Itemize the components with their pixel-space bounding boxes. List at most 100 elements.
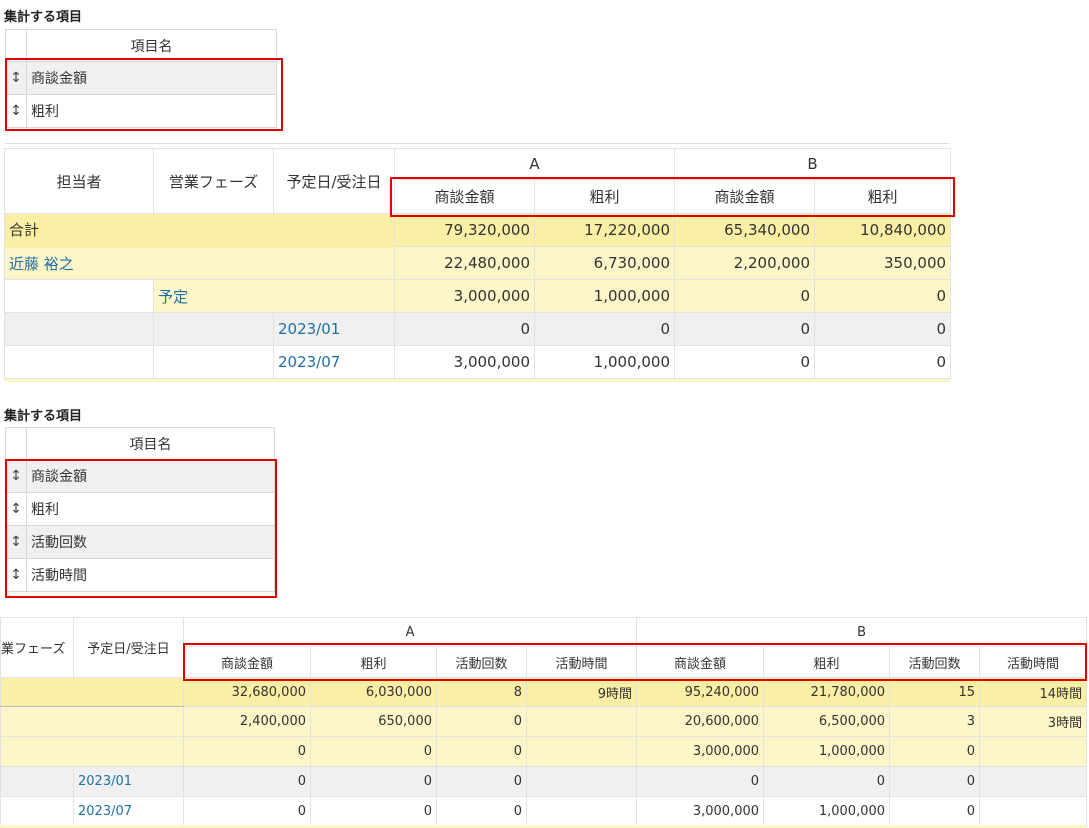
drag-handle-icon[interactable]: ↕: [5, 61, 27, 95]
measure-header: 商談金額: [394, 179, 535, 214]
group-header-a: A: [393, 148, 676, 180]
cell-value: 0: [310, 736, 437, 767]
drag-handle-icon[interactable]: ↕: [5, 94, 27, 128]
group-header-b: B: [636, 617, 1088, 647]
col-header-phase[interactable]: 営業フェーズ: [153, 148, 274, 214]
row-label: [0, 677, 184, 707]
item-label: 商談金額: [26, 459, 275, 493]
cell-value: [525, 766, 638, 797]
drag-handle-icon[interactable]: ↕: [5, 492, 27, 526]
measure-header: 活動時間: [979, 646, 1088, 678]
row-label: 合計: [4, 213, 395, 248]
measure-header: 活動回数: [436, 646, 527, 678]
items-header-row: 項目名: [5, 427, 275, 460]
cell-value: 0: [183, 736, 311, 767]
cell-value: [525, 796, 638, 827]
grip-header: [5, 427, 27, 460]
cell-value: 0: [310, 766, 437, 797]
drag-handle-icon[interactable]: ↕: [5, 558, 27, 592]
col-header-date[interactable]: 予定日/受注日: [273, 148, 395, 214]
cell-value: 21,780,000: [763, 677, 891, 707]
cell-value: 65,340,000: [674, 213, 816, 247]
date-label[interactable]: 2023/01: [78, 774, 132, 789]
cell-value: 17,220,000: [533, 213, 676, 247]
phase-name[interactable]: 予定: [158, 288, 188, 306]
empty-cell: [4, 279, 154, 313]
item-row[interactable]: ↕ 商談金額: [5, 459, 275, 493]
cell-value: 3,000,000: [394, 345, 535, 379]
col-header-owner[interactable]: 担当者: [4, 148, 154, 214]
cell-value: [525, 706, 638, 737]
items-header-row: 項目名: [5, 29, 277, 62]
empty-cell: [0, 796, 74, 827]
measure-header: 粗利: [533, 179, 676, 214]
item-row[interactable]: ↕ 粗利: [5, 94, 277, 128]
date-row: 2023/01 0 0 0 0 0 0: [0, 766, 1088, 797]
measure-header: 活動回数: [889, 646, 981, 678]
empty-cell: [153, 312, 274, 346]
cell-value: 0: [889, 796, 981, 827]
cell-value: 0: [436, 796, 527, 827]
cell-value: 3: [889, 706, 981, 737]
cell-value: 0: [814, 345, 952, 379]
cell-value: 0: [533, 312, 676, 346]
measure-header: 商談金額: [674, 179, 816, 214]
pivot-table-1: 担当者 営業フェーズ 予定日/受注日 A B 商談金額 粗利 商談金額 粗利 合…: [4, 148, 952, 379]
cell-value: 0: [674, 279, 816, 313]
date-label[interactable]: 2023/07: [278, 353, 340, 371]
measure-header: 活動時間: [525, 646, 638, 678]
cell-value: 14時間: [979, 677, 1088, 707]
cell-value: 0: [889, 736, 981, 767]
date-link[interactable]: 2023/01: [73, 766, 184, 797]
date-label[interactable]: 2023/07: [78, 804, 132, 819]
date-link[interactable]: 2023/07: [273, 345, 395, 379]
cell-value: 0: [436, 736, 527, 767]
cell-value: 95,240,000: [636, 677, 765, 707]
drag-handle-icon[interactable]: ↕: [5, 459, 27, 493]
item-label: 活動時間: [26, 558, 275, 592]
phase-link[interactable]: 予定: [153, 279, 395, 313]
cell-value: 0: [436, 766, 527, 797]
phase-row: 予定 3,000,000 1,000,000 0 0: [4, 279, 952, 313]
item-label: 活動回数: [26, 525, 275, 559]
empty-cell: [4, 345, 154, 379]
cell-value: 0: [436, 706, 527, 737]
date-row: 2023/01 0 0 0 0: [4, 312, 952, 346]
owner-link[interactable]: 近藤 裕之: [4, 246, 395, 280]
col-header-date[interactable]: 予定日/受注日: [73, 617, 184, 678]
item-row[interactable]: ↕ 粗利: [5, 492, 275, 526]
col-header-phase[interactable]: 業フェーズ: [0, 617, 74, 678]
cell-value: 1,000,000: [763, 736, 891, 767]
cell-value: [979, 736, 1088, 767]
group-header-row: 業フェーズ 予定日/受注日 A B: [0, 617, 1088, 678]
item-row[interactable]: ↕ 活動時間: [5, 558, 275, 592]
cell-value: [525, 736, 638, 767]
cell-value: 0: [310, 796, 437, 827]
item-name-header: 項目名: [26, 29, 277, 62]
date-link[interactable]: 2023/07: [73, 796, 184, 827]
cell-value: 3時間: [979, 706, 1088, 737]
cell-value: 10,840,000: [814, 213, 952, 247]
cell-value: 0: [674, 345, 816, 379]
pivot-table-2: 業フェーズ 予定日/受注日 A B 商談金額 粗利 活動回数 活動時間 商談金額…: [0, 617, 1088, 827]
cell-value: 0: [394, 312, 535, 346]
total-row: 合計 79,320,000 17,220,000 65,340,000 10,8…: [4, 213, 952, 248]
item-row[interactable]: ↕ 商談金額: [5, 61, 277, 95]
date-label[interactable]: 2023/01: [278, 320, 340, 338]
section-title: 集計する項目: [4, 409, 83, 424]
date-row: 2023/07 3,000,000 1,000,000 0 0: [4, 345, 952, 379]
cell-value: 6,730,000: [533, 246, 676, 280]
cell-value: 2,400,000: [183, 706, 311, 737]
date-link[interactable]: 2023/01: [273, 312, 395, 346]
measure-header: 商談金額: [636, 646, 765, 678]
item-row[interactable]: ↕ 活動回数: [5, 525, 275, 559]
cell-value: 0: [814, 312, 952, 346]
cell-value: 350,000: [814, 246, 952, 280]
owner-row: 近藤 裕之 22,480,000 6,730,000 2,200,000 350…: [4, 246, 952, 280]
cell-value: 1,000,000: [533, 279, 676, 313]
empty-cell: [4, 312, 154, 346]
cell-value: 0: [183, 766, 311, 797]
group-header-row: 担当者 営業フェーズ 予定日/受注日 A B: [4, 148, 952, 214]
owner-name[interactable]: 近藤 裕之: [9, 255, 74, 273]
drag-handle-icon[interactable]: ↕: [5, 525, 27, 559]
